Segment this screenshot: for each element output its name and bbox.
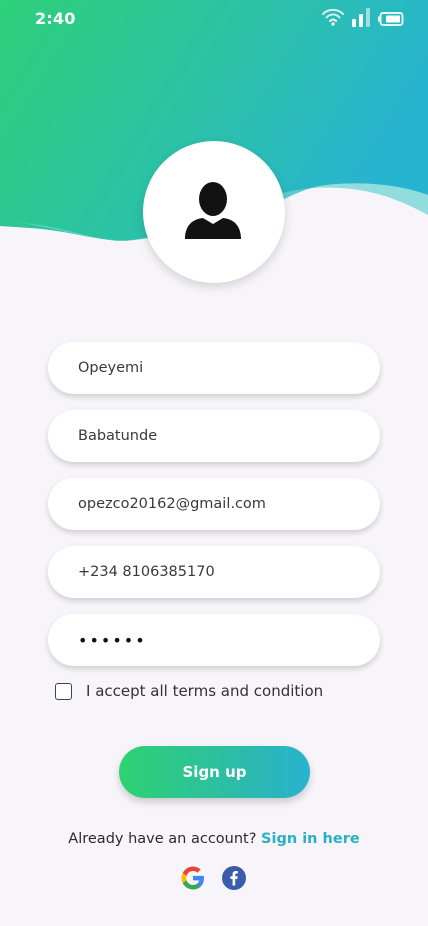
first-name-input[interactable] xyxy=(78,342,368,394)
email-field[interactable] xyxy=(48,478,380,530)
status-time: 2:40 xyxy=(35,9,76,28)
status-bar: 2:40 xyxy=(0,0,428,36)
profile-avatar[interactable] xyxy=(143,141,285,283)
google-icon[interactable] xyxy=(181,866,205,890)
password-input[interactable] xyxy=(78,614,368,666)
signin-prompt-row: Already have an account? Sign in here xyxy=(0,831,428,847)
wifi-icon xyxy=(322,7,344,31)
signal-icon xyxy=(351,7,371,31)
signup-button[interactable]: Sign up xyxy=(119,746,310,798)
last-name-input[interactable] xyxy=(78,410,368,462)
phone-input[interactable] xyxy=(78,546,368,598)
email-input[interactable] xyxy=(78,478,368,530)
user-icon xyxy=(185,182,241,239)
battery-icon xyxy=(378,11,404,30)
signin-prompt-text: Already have an account? xyxy=(68,831,257,847)
phone-field[interactable] xyxy=(48,546,380,598)
last-name-field[interactable] xyxy=(48,410,380,462)
first-name-field[interactable] xyxy=(48,342,380,394)
facebook-icon[interactable] xyxy=(222,866,246,890)
signin-link[interactable]: Sign in here xyxy=(261,831,360,847)
terms-label: I accept all terms and condition xyxy=(86,682,324,700)
terms-checkbox[interactable] xyxy=(55,683,72,700)
password-field[interactable] xyxy=(48,614,380,666)
